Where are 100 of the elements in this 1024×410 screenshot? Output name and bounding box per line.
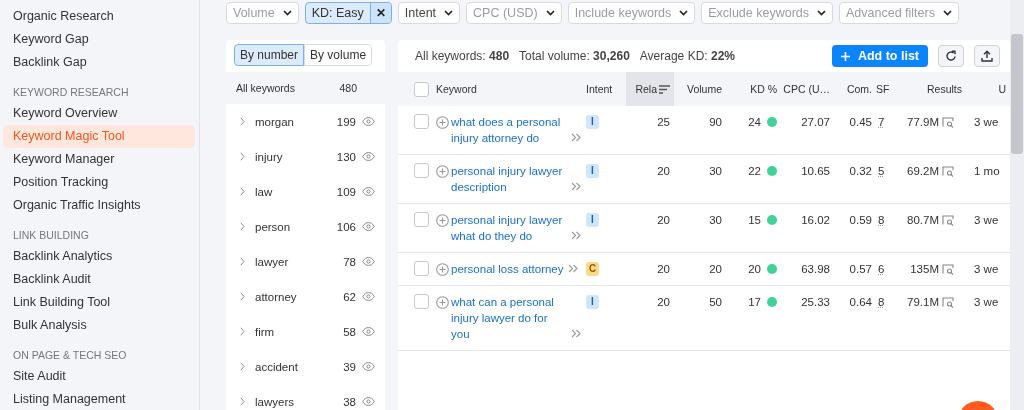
row-checkbox[interactable] — [414, 114, 429, 129]
double-chevron-icon[interactable] — [571, 182, 581, 191]
column-header[interactable]: Com. — [834, 72, 876, 106]
eye-icon[interactable] — [362, 362, 375, 371]
eye-icon[interactable] — [362, 292, 375, 301]
keyword-link[interactable]: personal loss attorney — [451, 261, 564, 277]
add-circle-icon[interactable] — [436, 214, 449, 227]
column-header[interactable]: U — [966, 72, 1010, 106]
row-checkbox[interactable] — [414, 294, 429, 309]
column-header[interactable]: KD % — [726, 72, 781, 106]
eye-icon[interactable] — [362, 397, 375, 406]
add-circle-icon[interactable] — [436, 165, 449, 178]
keyword-link[interactable]: what can a personal injury lawyer do for you — [451, 294, 567, 342]
chevron-right-icon[interactable] — [240, 362, 245, 371]
relevance-cell: 20 — [626, 286, 674, 351]
intent-badge: C — [586, 262, 599, 276]
group-label[interactable]: firm — [255, 325, 344, 338]
select-all-checkbox[interactable] — [414, 81, 429, 97]
sidebar-item[interactable]: Keyword Overview — [3, 102, 195, 125]
serp-preview-icon[interactable] — [942, 264, 954, 275]
serp-preview-icon[interactable] — [942, 166, 954, 177]
serp-preview-icon[interactable] — [942, 117, 954, 128]
sidebar-item[interactable]: Organic Research — [3, 5, 195, 28]
group-label[interactable]: lawyer — [255, 255, 344, 268]
sort-toggle-tab[interactable]: By number — [234, 44, 305, 66]
double-chevron-icon[interactable] — [571, 329, 581, 338]
group-label[interactable]: lawyers — [255, 395, 344, 408]
column-header[interactable]: Rela — [626, 72, 674, 106]
double-chevron-icon[interactable] — [567, 264, 578, 273]
eye-icon[interactable] — [362, 327, 375, 336]
group-label[interactable]: accident — [255, 360, 344, 373]
eye-icon[interactable] — [362, 152, 375, 161]
export-button[interactable] — [974, 45, 1000, 67]
chevron-right-icon[interactable] — [240, 222, 245, 231]
caret-icon — [817, 10, 826, 16]
sidebar-item[interactable]: Organic Traffic Insights — [3, 194, 195, 217]
sidebar-item[interactable]: Listing Management — [3, 388, 195, 410]
eye-icon[interactable] — [362, 117, 375, 126]
keyword-link[interactable]: personal injury lawyer description — [451, 163, 567, 195]
sidebar-item[interactable]: Backlink Analytics — [3, 245, 195, 268]
keyword-link[interactable]: personal injury lawyer what do they do — [451, 212, 567, 244]
row-checkbox[interactable] — [414, 163, 429, 178]
column-header[interactable]: Results — [901, 72, 966, 106]
column-header[interactable]: CPC (U… — [781, 72, 834, 106]
add-to-list-button[interactable]: Add to list — [831, 45, 928, 67]
sidebar-item[interactable]: Backlink Audit — [3, 268, 195, 291]
serp-features-link[interactable]: 5 — [878, 163, 885, 179]
sidebar-item[interactable]: Link Building Tool — [3, 291, 195, 314]
filter-dropdown[interactable]: Intent — [397, 2, 461, 24]
filter-chip[interactable]: KD: Easy ✕ — [304, 2, 392, 24]
chevron-right-icon[interactable] — [240, 397, 245, 406]
eye-icon[interactable] — [362, 187, 375, 196]
serp-preview-icon[interactable] — [942, 297, 954, 308]
row-checkbox[interactable] — [414, 261, 429, 276]
serp-features-link[interactable]: 8 — [878, 212, 885, 228]
sidebar-item[interactable]: Position Tracking — [3, 171, 195, 194]
group-label[interactable]: injury — [255, 150, 337, 163]
relevance-cell: 20 — [626, 253, 674, 286]
refresh-button[interactable] — [938, 45, 964, 67]
sidebar-item[interactable]: Keyword Manager — [3, 148, 195, 171]
sort-toggle-tab[interactable]: By volume — [304, 44, 373, 66]
column-header[interactable]: Keyword — [436, 72, 586, 106]
difficulty-dot — [767, 117, 777, 127]
add-circle-icon[interactable] — [436, 296, 449, 309]
group-label[interactable]: attorney — [255, 290, 344, 303]
sidebar-item[interactable]: Backlink Gap — [3, 51, 195, 74]
column-header[interactable]: Intent — [586, 72, 626, 106]
group-label[interactable]: law — [255, 185, 337, 198]
chevron-right-icon[interactable] — [240, 327, 245, 336]
scrollbar-thumb[interactable] — [1011, 34, 1023, 154]
double-chevron-icon[interactable] — [571, 231, 581, 240]
chevron-right-icon[interactable] — [240, 257, 245, 266]
row-checkbox[interactable] — [414, 212, 429, 227]
remove-filter-button[interactable]: ✕ — [369, 3, 391, 23]
competition-cell: 0.59 — [834, 204, 876, 253]
sidebar-item[interactable]: Keyword Gap — [3, 28, 195, 51]
chevron-right-icon[interactable] — [240, 187, 245, 196]
column-header[interactable]: SF — [876, 72, 901, 106]
cpc-cell: 25.33 — [781, 286, 834, 351]
chevron-right-icon[interactable] — [240, 152, 245, 161]
keyword-link[interactable]: what does a personal injury attorney do — [451, 114, 567, 146]
group-label[interactable]: person — [255, 220, 337, 233]
eye-icon[interactable] — [362, 222, 375, 231]
group-label[interactable]: morgan — [255, 115, 337, 128]
double-chevron-icon[interactable] — [571, 133, 581, 142]
add-circle-icon[interactable] — [436, 116, 449, 129]
chevron-right-icon[interactable] — [240, 292, 245, 301]
eye-icon[interactable] — [362, 257, 375, 266]
serp-features-link[interactable]: 7 — [878, 114, 885, 130]
chevron-right-icon[interactable] — [240, 117, 245, 126]
column-header[interactable]: Volume — [674, 72, 726, 106]
serp-features-link[interactable]: 6 — [878, 261, 885, 277]
serp-preview-icon[interactable] — [942, 215, 954, 226]
scrollbar[interactable] — [1010, 0, 1024, 410]
group-count: 39 — [343, 360, 356, 373]
serp-features-link[interactable]: 8 — [878, 294, 885, 310]
sidebar-item[interactable]: Bulk Analysis — [3, 314, 195, 337]
add-circle-icon[interactable] — [436, 263, 449, 276]
sidebar-item[interactable]: Site Audit — [3, 365, 195, 388]
difficulty-dot — [767, 264, 777, 274]
